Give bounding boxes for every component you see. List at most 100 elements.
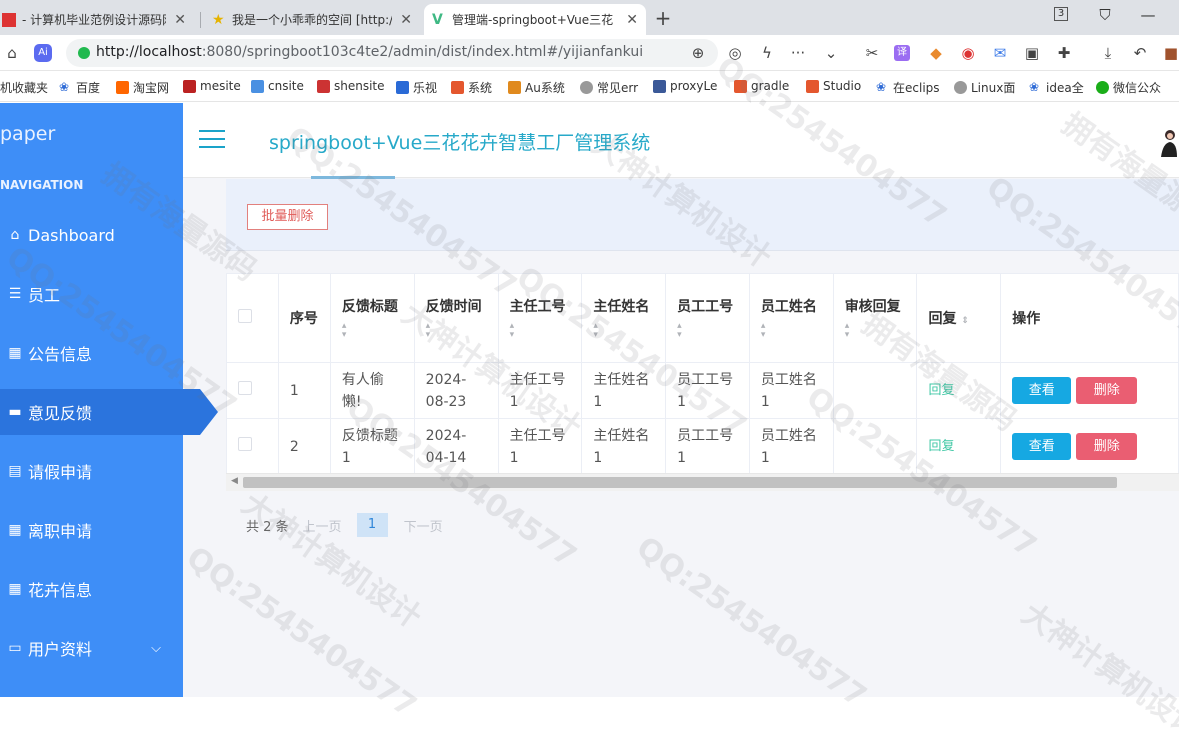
bookmark-item[interactable]: 微信公众 [1096, 79, 1161, 96]
more-icon[interactable]: ··· [788, 43, 808, 63]
compass-icon[interactable]: ◎ [725, 43, 745, 63]
delete-button[interactable]: 删除 [1076, 433, 1138, 460]
ai-icon[interactable]: Ai [34, 44, 52, 62]
prev-page-button[interactable]: 上一页 [303, 516, 342, 535]
browser-tab-1[interactable]: - 计算机毕业范例设计源码网 ✕ [0, 4, 194, 35]
minimize-icon[interactable]: — [1138, 6, 1158, 24]
translate-icon[interactable]: 译 [894, 45, 910, 61]
car-icon: ▬ [8, 404, 22, 420]
bookmark-item[interactable]: 机收藏夹 [0, 79, 48, 96]
csdn-icon [451, 81, 464, 94]
reply-link[interactable]: 回复 [928, 383, 954, 398]
weibo-icon[interactable]: ◉ [958, 43, 978, 63]
view-button[interactable]: 查看 [1012, 433, 1072, 460]
home-icon[interactable]: ⌂ [2, 43, 22, 63]
mail-icon[interactable]: ✉ [990, 43, 1010, 63]
sidebar-item-dashboard[interactable]: ⌂ Dashboard [0, 212, 183, 258]
fox-icon[interactable]: ◆ [926, 43, 946, 63]
bookmark-item[interactable]: Studio [806, 79, 861, 93]
menu-toggle-icon[interactable] [199, 130, 225, 150]
bookmark-item[interactable]: cnsite [251, 79, 304, 93]
sidebar-icon[interactable]: ▣ [1022, 43, 1042, 63]
scroll-left-icon[interactable]: ◀ [231, 476, 238, 486]
browser-tab-2[interactable]: ★ 我是一个小乖乖的空间 [http:// ✕ [204, 4, 420, 35]
bookmark-item[interactable]: shensite [317, 79, 385, 93]
address-bar[interactable]: http://localhost:8080/springboot103c4te2… [66, 39, 718, 67]
sort-icon[interactable]: ▴ ▾ [845, 322, 906, 340]
bookmark-item[interactable]: mesite [183, 79, 241, 93]
scissors-icon[interactable]: ✂ [862, 43, 882, 63]
bookmark-item[interactable]: Au系统 [508, 79, 565, 96]
shirt-icon[interactable]: ⛉ [1095, 6, 1115, 24]
cell-director-name: 主任姓名1 [581, 362, 667, 419]
sort-icon[interactable]: ▴ ▾ [761, 322, 822, 340]
browser-tab-active[interactable]: V 管理端-springboot+Vue三花 ✕ [424, 4, 646, 35]
close-tab-icon[interactable]: ✕ [400, 12, 412, 28]
sidebar-item-leave[interactable]: ▤ 请假申请 [0, 448, 183, 494]
column-header[interactable]: 主任姓名 ▴ ▾ [581, 273, 667, 363]
sort-icon[interactable]: ⇕ [961, 316, 969, 326]
column-header[interactable]: 反馈标题 ▴ ▾ [329, 273, 415, 363]
column-header[interactable]: 审核回复 ▴ ▾ [832, 273, 918, 363]
bookmark-item[interactable]: proxyLe [653, 79, 717, 93]
bookmark-item[interactable]: ❀ idea全 [1029, 79, 1084, 96]
taobao-icon [116, 81, 129, 94]
column-header[interactable]: 回复 ⇕ [916, 273, 1002, 363]
column-header[interactable]: 员工工号 ▴ ▾ [665, 273, 750, 363]
close-tab-icon[interactable]: ✕ [626, 12, 638, 28]
batch-delete-button[interactable]: 批量删除 [247, 204, 328, 230]
csdn-icon [734, 79, 747, 93]
download-icon[interactable]: ⤓ [1098, 43, 1118, 63]
current-page-button[interactable]: 1 [356, 513, 388, 537]
lightning-icon[interactable]: ϟ [757, 43, 777, 63]
column-header[interactable]: 员工姓名 ▴ ▾ [748, 273, 834, 363]
nav-label: NAVIGATION [0, 178, 84, 192]
bookmark-item[interactable]: 乐视 [396, 79, 437, 96]
sidebar-item-profile[interactable]: ▭ 用户资料 ⌵ [0, 625, 183, 671]
sort-icon[interactable]: ▴ ▾ [593, 322, 654, 340]
bookmark-item[interactable]: 淘宝网 [116, 79, 169, 96]
sidebar-item-staff[interactable]: ☰ 员工 [0, 271, 183, 317]
next-page-button[interactable]: 下一页 [404, 516, 443, 535]
sort-icon[interactable]: ▴ ▾ [426, 322, 487, 340]
bookmark-item[interactable]: gradle [734, 79, 789, 93]
sidebar-item-resign[interactable]: ▦ 离职申请 [0, 507, 183, 553]
grid-icon: ▦ [8, 581, 22, 597]
view-button[interactable]: 查看 [1012, 377, 1072, 404]
sidebar-item-notice[interactable]: ▦ 公告信息 [0, 330, 183, 376]
undo-icon[interactable]: ↶ [1130, 43, 1150, 63]
sort-icon[interactable]: ▴ ▾ [677, 322, 738, 340]
scrollbar-thumb[interactable] [243, 477, 1117, 488]
sidebar-item-flowers[interactable]: ▦ 花卉信息 [0, 566, 183, 612]
sidebar-item-feedback[interactable]: ▬ 意见反馈 [0, 389, 218, 435]
shensite-icon [317, 79, 330, 93]
briefcase-icon[interactable]: ■ [1161, 43, 1179, 63]
sort-icon[interactable]: ▴ ▾ [342, 322, 403, 340]
column-header[interactable]: 反馈时间 ▴ ▾ [413, 273, 499, 363]
select-all-checkbox[interactable] [238, 309, 252, 323]
bookmark-item[interactable]: ❀ 在eclips [876, 79, 940, 96]
row-checkbox[interactable] [238, 380, 252, 395]
sidebar-item-label: 请假申请 [28, 463, 93, 482]
window-count-badge[interactable]: 3 [1054, 7, 1068, 21]
column-header[interactable]: 主任工号 ▴ ▾ [497, 273, 583, 363]
zoom-icon[interactable]: ⊕ [688, 43, 708, 63]
avatar[interactable] [1159, 127, 1177, 157]
row-checkbox[interactable] [238, 436, 252, 451]
vue-favicon-icon: V [432, 11, 443, 28]
bookmark-item[interactable]: ❀ 百度 [59, 79, 100, 96]
bookmark-item[interactable]: Linux面 [954, 79, 1015, 96]
reply-link[interactable]: 回复 [928, 439, 954, 454]
sort-icon[interactable]: ▴ ▾ [510, 322, 571, 340]
chevron-down-icon[interactable]: ⌄ [821, 43, 841, 63]
bookmark-item[interactable]: 常见err [580, 79, 638, 96]
mesite-icon [183, 79, 196, 93]
pagination-total: 共 2 条 [246, 519, 289, 535]
close-tab-icon[interactable]: ✕ [174, 12, 186, 28]
bookmark-item[interactable]: 系统 [451, 79, 492, 96]
horizontal-scrollbar[interactable]: ◀ [226, 473, 1179, 491]
new-tab-button[interactable]: + [652, 6, 674, 30]
delete-button[interactable]: 删除 [1076, 377, 1138, 404]
list-icon: ☰ [8, 286, 22, 302]
extension-icon[interactable]: ✚ [1054, 43, 1074, 63]
